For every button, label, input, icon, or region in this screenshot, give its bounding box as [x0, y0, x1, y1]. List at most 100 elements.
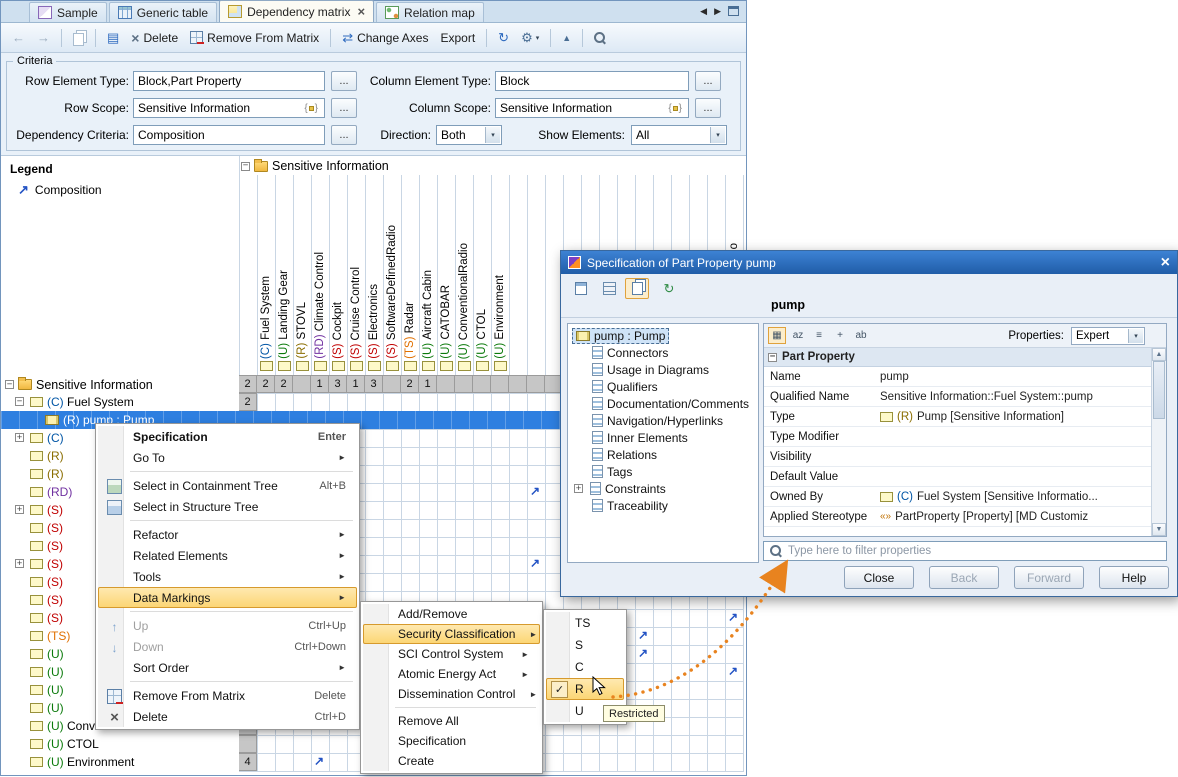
form-view-button[interactable] [569, 278, 593, 299]
menu-item-sort-order[interactable]: Sort Order► [98, 657, 357, 678]
menu-item-data-markings[interactable]: Data Markings► [98, 587, 357, 608]
spec-tree-item-qualifiers[interactable]: Qualifiers [568, 378, 758, 395]
property-row-owned-by[interactable]: Owned By(C) Fuel System [Sensitive Infor… [764, 487, 1151, 507]
back-button[interactable]: Back [929, 566, 999, 589]
direction-select[interactable]: Both▾ [436, 125, 502, 145]
matrix-row-fuel-system[interactable]: −(C) Fuel System [1, 393, 237, 411]
scroll-down-icon[interactable]: ▼ [1152, 523, 1166, 536]
menu-item-atomic-energy-act[interactable]: Atomic Energy Act► [363, 664, 540, 684]
window-list-icon[interactable] [728, 6, 739, 16]
column-scope-input[interactable]: Sensitive Information{} [495, 98, 689, 118]
row-element-type-browse-button[interactable]: ... [331, 71, 357, 91]
property-row-visibility[interactable]: Visibility [764, 447, 1151, 467]
remove-from-matrix-button[interactable]: Remove From Matrix [185, 27, 324, 49]
spec-tree-item-inner-elements[interactable]: Inner Elements [568, 429, 758, 446]
properties-mode-select[interactable]: Expert▾ [1071, 327, 1145, 345]
spec-tree-item-relations[interactable]: Relations [568, 446, 758, 463]
change-axes-button[interactable]: ⇄Change Axes [337, 27, 433, 49]
column-scope-browse-button[interactable]: ... [695, 98, 721, 118]
tab-dependency-matrix[interactable]: Dependency matrix× [219, 0, 374, 22]
expander-icon[interactable]: + [574, 484, 583, 493]
help-button[interactable]: Help [1099, 566, 1169, 589]
description-toggle-button[interactable]: ≡ [810, 327, 828, 344]
menu-item-select-in-containment-tree[interactable]: Select in Containment TreeAlt+B [98, 475, 357, 496]
menu-item-down[interactable]: DownCtrl+Down [98, 636, 357, 657]
expander-icon[interactable]: + [15, 433, 24, 442]
row-scope-input[interactable]: Sensitive Information{} [133, 98, 325, 118]
sort-alphabetically-button[interactable]: az [789, 327, 807, 344]
spec-tree-item-documentation-comments[interactable]: Documentation/Comments [568, 395, 758, 412]
menu-item-delete[interactable]: DeleteCtrl+D [98, 706, 357, 727]
property-row-default-value[interactable]: Default Value [764, 467, 1151, 487]
spec-tree-item-navigation-hyperlinks[interactable]: Navigation/Hyperlinks [568, 412, 758, 429]
dependency-criteria-browse-button[interactable]: ... [331, 125, 357, 145]
menu-item-refactor[interactable]: Refactor► [98, 524, 357, 545]
filter-properties-input[interactable]: Type here to filter properties [763, 541, 1167, 561]
menu-item-specification[interactable]: SpecificationEnter [98, 426, 357, 447]
menu-item-remove-all[interactable]: Remove All [363, 711, 540, 731]
menu-item-remove-from-matrix[interactable]: Remove From MatrixDelete [98, 685, 357, 706]
refresh-button[interactable]: ↻ [493, 27, 514, 49]
menu-item-up[interactable]: UpCtrl+Up [98, 615, 357, 636]
menu-item-select-in-structure-tree[interactable]: Select in Structure Tree [98, 496, 357, 517]
column-element-type-browse-button[interactable]: ... [695, 71, 721, 91]
menu-item-specification[interactable]: Specification [363, 731, 540, 751]
categorized-view-button[interactable]: ▦ [768, 327, 786, 344]
expand-all-button[interactable]: + [831, 327, 849, 344]
expander-icon[interactable]: − [241, 162, 250, 171]
dependency-criteria-input[interactable]: Composition [133, 125, 325, 145]
tree-view-button[interactable] [597, 278, 621, 299]
generate-report-button[interactable]: ▤ [102, 27, 124, 49]
spec-tree-item-tags[interactable]: Tags [568, 463, 758, 480]
matrix-options-button[interactable]: ⚙▾ [516, 27, 544, 49]
tab-generic-table[interactable]: Generic table [109, 2, 217, 22]
menu-item-create[interactable]: Create [363, 751, 540, 771]
delete-button[interactable]: ×Delete [126, 27, 183, 49]
properties-scrollbar[interactable]: ▲ ▼ [1151, 348, 1166, 536]
show-elements-select[interactable]: All▾ [631, 125, 727, 145]
expander-icon[interactable]: − [5, 380, 14, 389]
menu-item-s[interactable]: S [546, 634, 624, 656]
pages-view-button[interactable] [625, 278, 649, 299]
copy-button[interactable] [68, 27, 89, 49]
tab-relation-map[interactable]: Relation map [376, 2, 484, 22]
scrollbar-thumb[interactable] [1153, 361, 1165, 419]
column-root-header[interactable]: −Sensitive Information [241, 158, 389, 174]
customize-properties-button[interactable]: ab [852, 327, 870, 344]
export-button[interactable]: Export [435, 27, 480, 49]
matrix-row-environment[interactable]: (U) Environment [1, 753, 237, 771]
row-element-type-input[interactable]: Block,Part Property [133, 71, 325, 91]
menu-item-related-elements[interactable]: Related Elements► [98, 545, 357, 566]
menu-item-go-to[interactable]: Go To► [98, 447, 357, 468]
spec-tree-item-connectors[interactable]: Connectors [568, 344, 758, 361]
property-row-applied-stereotype[interactable]: Applied StereotypePartProperty [Property… [764, 507, 1151, 527]
menu-item-c[interactable]: C [546, 656, 624, 678]
column-element-type-input[interactable]: Block [495, 71, 689, 91]
scroll-up-icon[interactable]: ▲ [1152, 348, 1166, 361]
forward-button[interactable]: Forward [1014, 566, 1084, 589]
close-dialog-icon[interactable]: × [1161, 257, 1170, 269]
menu-item-sci-control-system[interactable]: SCI Control System► [363, 644, 540, 664]
collapse-criteria-button[interactable]: ▲ [557, 27, 576, 49]
navigate-forward-button[interactable]: → [32, 27, 55, 49]
expander-icon[interactable]: − [15, 397, 24, 406]
next-tab-icon[interactable]: ▶ [714, 6, 721, 17]
menu-item-r[interactable]: ✓R [546, 678, 624, 700]
property-row-type[interactable]: Type(R) Pump [Sensitive Information] [764, 407, 1151, 427]
row-root-header[interactable]: −Sensitive Information [5, 376, 153, 393]
expander-icon[interactable]: + [15, 505, 24, 514]
menu-item-add-remove[interactable]: Add/Remove [363, 604, 540, 624]
row-scope-browse-button[interactable]: ... [331, 98, 357, 118]
tab-close-icon[interactable]: × [357, 7, 365, 16]
dialog-refresh-button[interactable]: ↻ [657, 278, 681, 299]
property-row-type-modifier[interactable]: Type Modifier [764, 427, 1151, 447]
spec-tree-item-usage-in-diagrams[interactable]: Usage in Diagrams [568, 361, 758, 378]
previous-tab-icon[interactable]: ◀ [700, 6, 707, 17]
property-row-qualified-name[interactable]: Qualified NameSensitive Information::Fue… [764, 387, 1151, 407]
menu-item-dissemination-control[interactable]: Dissemination Control► [363, 684, 540, 704]
tab-sample[interactable]: Sample [29, 2, 107, 22]
dialog-title-bar[interactable]: Specification of Part Property pump × [561, 251, 1177, 274]
navigate-back-button[interactable]: ← [7, 27, 30, 49]
spec-tree-item-traceability[interactable]: Traceability [568, 497, 758, 514]
expander-icon[interactable]: − [768, 353, 777, 362]
